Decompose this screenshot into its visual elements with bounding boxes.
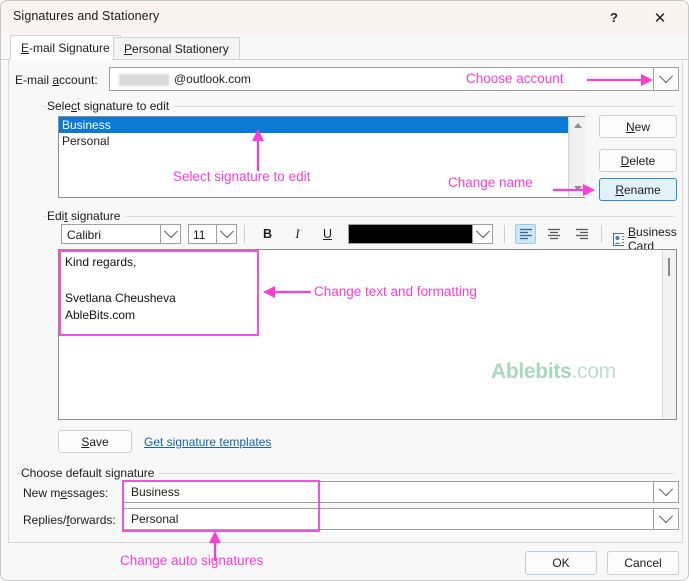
toolbar-separator [504, 225, 505, 243]
delete-button-label: Delete [620, 153, 656, 168]
align-center-button[interactable] [543, 224, 564, 244]
select-group-title: Select signature to edit [47, 99, 175, 113]
font-color-swatch[interactable] [348, 224, 473, 244]
get-signature-templates-link[interactable]: Get signature templates [144, 435, 271, 449]
align-left-button[interactable] [515, 224, 536, 244]
toolbar-separator [244, 225, 245, 243]
tab-strip: E-mail Signature Personal Stationery [1, 34, 688, 60]
formatting-toolbar: Calibri 11 B I U Business Card [61, 223, 677, 253]
replies-forwards-label: Replies/forwards: [23, 513, 116, 527]
new-messages-combo[interactable]: Business [123, 481, 654, 503]
annotation-change-text: Change text and formatting [314, 284, 477, 299]
bold-button[interactable]: B [257, 224, 278, 244]
default-group-title: Choose default signature [21, 466, 160, 480]
align-right-button[interactable] [571, 224, 592, 244]
chevron-down-icon [658, 482, 674, 497]
italic-button[interactable]: I [287, 224, 308, 244]
new-button[interactable]: New [599, 115, 677, 138]
signature-line: Kind regards, [65, 255, 137, 269]
business-card-icon [613, 232, 624, 246]
signature-list-scrollbar[interactable] [568, 117, 585, 197]
font-family-combo[interactable]: Calibri [61, 224, 161, 244]
save-button[interactable]: Save [58, 430, 132, 453]
title-bar: Signatures and Stationery ? ✕ [1, 1, 688, 35]
align-left-icon [519, 228, 532, 240]
align-center-icon [547, 228, 560, 240]
scroll-up-arrow-icon[interactable] [569, 117, 586, 134]
cancel-button[interactable]: Cancel [607, 551, 679, 575]
signatures-and-stationery-dialog: Signatures and Stationery ? ✕ E-mail Sig… [0, 0, 689, 581]
new-button-label: New [625, 119, 650, 134]
email-account-dropdown-arrow[interactable] [654, 67, 679, 91]
list-item[interactable]: Business [59, 117, 584, 133]
email-account-combo[interactable]: @outlook.com [109, 67, 654, 91]
underline-button[interactable]: U [317, 224, 338, 244]
editor-scrollbar[interactable] [662, 250, 676, 419]
tab-personal-stationery[interactable]: Personal Stationery [113, 37, 240, 60]
ok-button-label: OK [552, 556, 570, 570]
scroll-down-arrow-icon[interactable] [569, 180, 586, 197]
font-color-dropdown-arrow[interactable] [473, 224, 493, 244]
watermark-light: .com [571, 360, 616, 383]
help-icon[interactable]: ? [596, 5, 632, 30]
annotation-select-signature: Select signature to edit [173, 169, 311, 184]
chevron-down-icon [658, 69, 674, 84]
edit-group-title: Edit signature [47, 209, 126, 223]
new-messages-dropdown-arrow[interactable] [654, 481, 679, 503]
save-button-label: Save [81, 434, 109, 449]
font-family-value: Calibri [67, 228, 102, 242]
window-title: Signatures and Stationery [13, 9, 160, 23]
watermark-bold: Ablebits [491, 360, 572, 383]
tab-email-signature-label: -mail Signature [29, 41, 110, 55]
font-family-dropdown-arrow[interactable] [161, 224, 181, 244]
new-messages-value: Business [131, 485, 180, 499]
ok-button[interactable]: OK [525, 551, 597, 575]
delete-button[interactable]: Delete [599, 149, 677, 172]
redacted-email-user [119, 74, 169, 86]
toolbar-separator [601, 225, 602, 243]
font-size-combo[interactable]: 11 [188, 224, 217, 244]
chevron-down-icon [658, 509, 674, 524]
signature-line: AbleBits.com [65, 308, 136, 322]
email-account-value: @outlook.com [174, 72, 251, 86]
rename-button[interactable]: Rename [599, 178, 677, 201]
editor-scrollbar-thumb[interactable] [668, 258, 670, 276]
align-right-icon [575, 228, 588, 240]
replies-forwards-combo[interactable]: Personal [123, 508, 654, 530]
annotation-change-auto: Change auto signatures [120, 553, 264, 568]
annotation-change-name: Change name [448, 175, 533, 190]
chevron-down-icon [219, 224, 234, 239]
signature-line: Svetlana Cheusheva [65, 291, 176, 305]
font-size-value: 11 [193, 228, 206, 242]
new-messages-label: New messages: [23, 486, 109, 500]
signature-editor[interactable]: Kind regards, Svetlana Cheusheva AbleBit… [58, 249, 677, 420]
replies-forwards-value: Personal [131, 512, 179, 526]
email-account-label: E-mail account: [15, 73, 98, 87]
annotation-choose-account: Choose account [466, 71, 564, 86]
cancel-button-label: Cancel [624, 556, 662, 570]
tab-email-signature[interactable]: E-mail Signature [10, 35, 121, 60]
font-size-dropdown-arrow[interactable] [217, 224, 237, 244]
replies-forwards-dropdown-arrow[interactable] [654, 508, 679, 530]
list-item[interactable]: Personal [59, 133, 584, 149]
edit-group-line [43, 216, 675, 217]
chevron-down-icon [163, 224, 178, 239]
tab-personal-stationery-label: ersonal Stationery [132, 42, 229, 56]
close-icon[interactable]: ✕ [642, 5, 678, 30]
rename-button-label: Rename [615, 182, 661, 197]
ablebits-watermark: Ablebits.com [491, 360, 616, 384]
chevron-down-icon [475, 224, 490, 239]
